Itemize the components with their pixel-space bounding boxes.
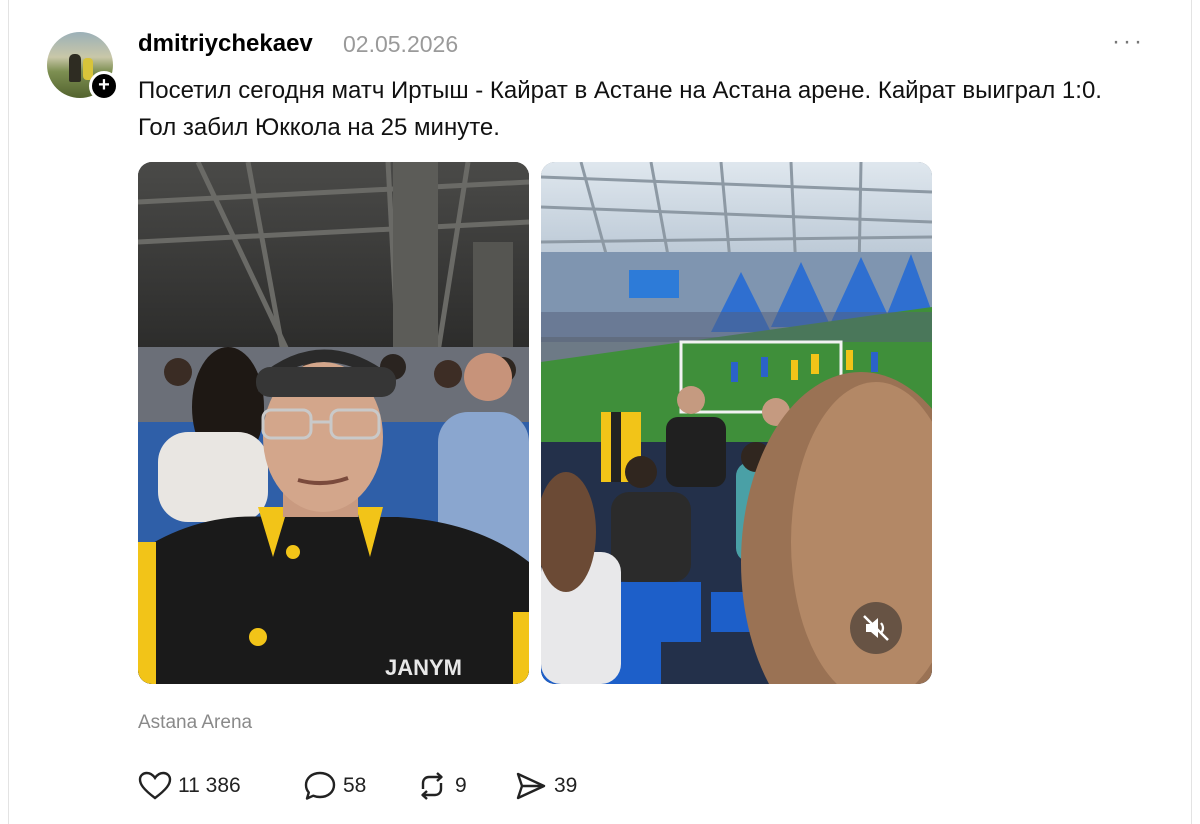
comment-bubble-icon <box>304 771 336 800</box>
more-options-button[interactable]: ··· <box>1112 28 1145 56</box>
username[interactable]: dmitriychekaev <box>138 30 313 58</box>
selfie-image: JANYM <box>138 162 529 684</box>
location-tag[interactable]: Astana Arena <box>138 712 252 734</box>
comment-count: 58 <box>343 774 367 797</box>
like-count: 11 386 <box>178 774 241 797</box>
post-photo-selfie[interactable]: JANYM <box>138 162 529 684</box>
post-text: Посетил сегодня матч Иртыш - Кайрат в Ас… <box>138 77 1102 141</box>
repost-button[interactable]: 9 <box>415 768 467 804</box>
post-date: 02.05.2026 <box>343 31 459 57</box>
repost-count: 9 <box>455 774 467 797</box>
post-video-stadium[interactable] <box>541 162 932 684</box>
follow-button[interactable]: + <box>89 71 119 101</box>
comment-button[interactable]: 58 <box>303 768 366 804</box>
share-count: 39 <box>554 774 578 797</box>
heart-icon <box>138 771 172 800</box>
speaker-muted-icon <box>863 615 889 641</box>
repost-icon <box>421 772 443 800</box>
share-send-icon <box>516 772 546 800</box>
share-button[interactable]: 39 <box>514 768 577 804</box>
like-button[interactable]: 11 386 <box>138 768 241 804</box>
jacket-logo-text: JANYM <box>385 655 462 680</box>
mute-toggle-button[interactable] <box>850 602 902 654</box>
